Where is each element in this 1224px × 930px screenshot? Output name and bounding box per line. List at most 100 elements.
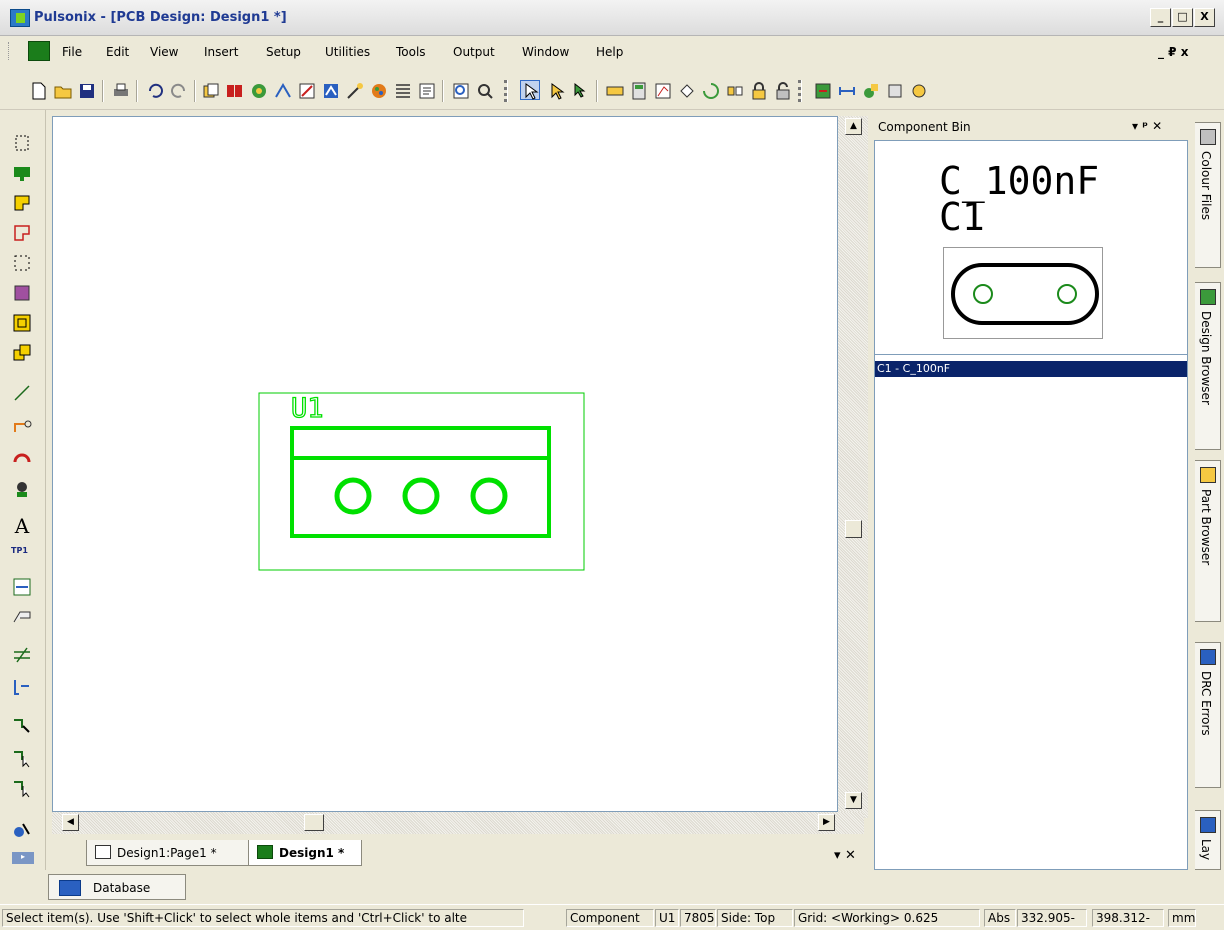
menu-window[interactable]: Window <box>522 45 569 59</box>
redo-icon[interactable] <box>168 80 188 100</box>
tab-label: Design1:Page1 * <box>117 846 217 860</box>
menu-view[interactable]: View <box>150 45 178 59</box>
library-icon[interactable] <box>224 80 244 100</box>
tab-design-browser[interactable]: Design Browser <box>1195 282 1221 450</box>
dimension-icon[interactable] <box>11 576 33 598</box>
pad-3[interactable] <box>470 477 508 515</box>
select-alt-icon[interactable] <box>546 80 566 100</box>
template-icon[interactable] <box>11 282 33 304</box>
vertical-scroll-thumb[interactable] <box>845 520 862 538</box>
flip-icon[interactable] <box>724 80 744 100</box>
unlock-icon[interactable] <box>772 80 792 100</box>
undo-icon[interactable] <box>144 80 164 100</box>
outline-icon[interactable] <box>11 222 33 244</box>
options-icon[interactable] <box>884 80 904 100</box>
area-icon[interactable] <box>11 252 33 274</box>
calculator-icon[interactable] <box>628 80 648 100</box>
pcb-canvas[interactable]: U1 <box>52 116 838 812</box>
mdi-controls[interactable]: _ ₽ x <box>1158 45 1188 59</box>
menu-tools[interactable]: Tools <box>396 45 426 59</box>
board-icon[interactable] <box>652 80 672 100</box>
close-button[interactable]: X <box>1194 8 1215 27</box>
rules-icon[interactable] <box>344 80 364 100</box>
tab-colour-files[interactable]: Colour Files <box>1195 122 1221 268</box>
vertical-scrollbar[interactable]: ▲ ▼ <box>838 116 868 818</box>
route-icon[interactable] <box>272 80 292 100</box>
line-icon[interactable] <box>11 382 33 404</box>
tabs-controls[interactable]: ▾ ✕ <box>834 848 856 863</box>
panel-controls[interactable]: ▾ ᵖ ✕ <box>1132 119 1162 133</box>
menu-output[interactable]: Output <box>453 45 495 59</box>
select-icon[interactable] <box>520 80 540 100</box>
lock-icon[interactable] <box>748 80 768 100</box>
rotate-icon[interactable] <box>700 80 720 100</box>
scroll-left-button[interactable]: ◀ <box>62 814 79 831</box>
scroll-up-button[interactable]: ▲ <box>845 118 862 135</box>
report-icon[interactable] <box>320 80 340 100</box>
tab-design1-page1[interactable]: Design1:Page1 * <box>86 840 254 866</box>
select-all-icon[interactable] <box>570 80 590 100</box>
via-icon[interactable] <box>11 478 33 500</box>
pad-1[interactable] <box>334 477 372 515</box>
properties-icon[interactable] <box>248 80 268 100</box>
circle-icon[interactable] <box>908 80 928 100</box>
zoom-icon[interactable] <box>450 80 470 100</box>
label-icon[interactable] <box>11 606 33 628</box>
toolbar-grip[interactable] <box>504 80 508 102</box>
tab-layers[interactable]: Lay <box>1195 810 1221 870</box>
maximize-button[interactable]: □ <box>1172 8 1193 27</box>
copy-icon[interactable] <box>200 80 220 100</box>
interactive-route-icon[interactable] <box>11 676 33 698</box>
color-set-icon[interactable] <box>11 818 33 840</box>
menu-help[interactable]: Help <box>596 45 623 59</box>
minimize-button[interactable]: _ <box>1150 8 1171 27</box>
window-title: Pulsonix - [PCB Design: Design1 *] <box>34 10 287 25</box>
colour-icon[interactable] <box>368 80 388 100</box>
list-item[interactable]: C1 - C_100nF <box>875 361 1187 377</box>
split-icon[interactable] <box>11 644 33 666</box>
toolbar-grip[interactable] <box>798 80 802 102</box>
net-route-icon[interactable] <box>11 714 33 736</box>
connection-icon[interactable] <box>11 414 33 436</box>
arc-icon[interactable] <box>11 446 33 468</box>
design-document-icon[interactable] <box>28 41 50 61</box>
layer-icon[interactable] <box>392 80 412 100</box>
measure-dim-icon[interactable] <box>836 80 856 100</box>
add-component-icon[interactable] <box>11 132 33 154</box>
horizontal-scroll-thumb[interactable] <box>304 814 324 831</box>
testpoint-icon[interactable]: TP1 <box>11 546 33 568</box>
shape-icon[interactable] <box>11 312 33 334</box>
pad-2[interactable] <box>402 477 440 515</box>
tab-part-browser[interactable]: Part Browser <box>1195 460 1221 622</box>
tab-design1[interactable]: Design1 * <box>248 840 362 866</box>
drc-icon[interactable] <box>812 80 832 100</box>
route-tool-icon[interactable] <box>860 80 880 100</box>
menu-file[interactable]: File <box>62 45 82 59</box>
netlist-icon[interactable] <box>296 80 316 100</box>
menu-utilities[interactable]: Utilities <box>325 45 370 59</box>
component-list[interactable]: C1 - C_100nF <box>874 354 1188 870</box>
scroll-down-button[interactable]: ▼ <box>845 792 862 809</box>
database-tab[interactable]: Database <box>48 874 186 900</box>
fill-icon[interactable] <box>11 192 33 214</box>
tab-drc-errors[interactable]: DRC Errors <box>1195 642 1221 788</box>
open-icon[interactable] <box>52 80 72 100</box>
menu-edit[interactable]: Edit <box>106 45 129 59</box>
find-icon[interactable] <box>416 80 436 100</box>
measure-icon[interactable] <box>604 80 624 100</box>
route-select-icon[interactable] <box>11 776 33 798</box>
print-icon[interactable] <box>110 80 130 100</box>
copy-shape-icon[interactable] <box>11 342 33 364</box>
auto-route-icon[interactable] <box>11 746 33 768</box>
text-icon[interactable]: A <box>11 514 33 538</box>
pad-icon[interactable] <box>11 162 33 184</box>
new-icon[interactable] <box>28 80 48 100</box>
menu-insert[interactable]: Insert <box>204 45 238 59</box>
save-icon[interactable] <box>76 80 96 100</box>
scroll-right-button[interactable]: ▶ <box>818 814 835 831</box>
horizontal-scrollbar[interactable]: ◀ ▶ <box>52 812 864 834</box>
move-icon[interactable] <box>676 80 696 100</box>
menu-setup[interactable]: Setup <box>266 45 301 59</box>
zoom-window-icon[interactable] <box>474 80 494 100</box>
toolbar-expand-icon[interactable]: ▸ <box>12 852 34 864</box>
